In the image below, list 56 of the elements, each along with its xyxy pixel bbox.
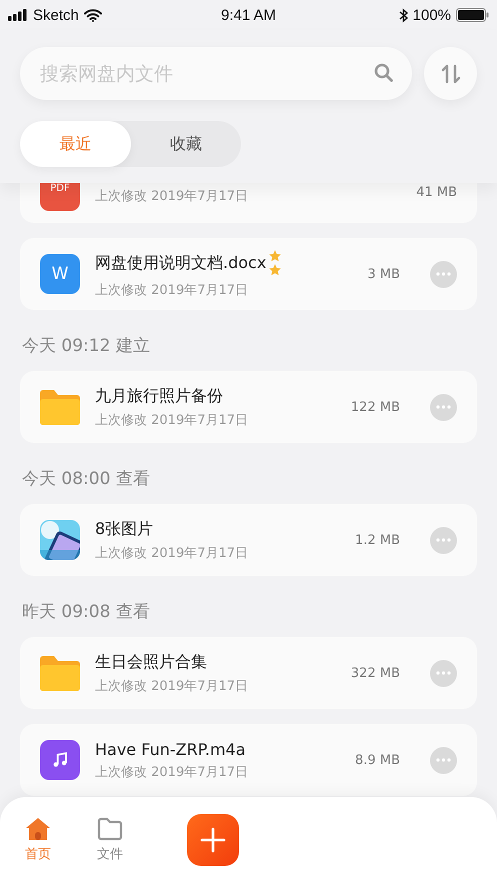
more-button[interactable] [430,394,457,420]
file-size: 8.9 MB [355,752,400,768]
more-button[interactable] [430,526,457,554]
music-icon [40,740,80,780]
search-icon [374,63,394,83]
signal-icon [8,9,28,21]
more-button[interactable] [430,660,457,686]
file-card[interactable]: 8张图片 上次修改 2019年7月17日 1.2 MB [20,504,477,576]
file-size: 41 MB [416,184,457,200]
add-button[interactable] [187,814,239,866]
house-icon [25,817,51,841]
wifi-icon [84,8,102,22]
bluetooth-icon [398,8,408,22]
file-size: 122 MB [350,400,400,414]
section-heading: 今天 08:00 查看 [22,468,151,490]
folder-icon [40,655,80,691]
more-icon [436,272,451,276]
file-card[interactable]: PDF 上次修改 2019年7月17日 41 MB [20,183,477,223]
modified-date: 上次修改 2019年7月17日 [95,678,250,694]
section-heading: 昨天 09:08 查看 [22,601,151,623]
battery-percent: 100% [412,6,452,24]
file-name: 九月旅行照片备份 [95,386,223,406]
file-name: 网盘使用说明文档.docx [95,252,266,274]
file-name: 8张图片 [95,518,154,540]
sort-icon [440,62,462,84]
filter-tab[interactable]: 收藏 [130,121,241,167]
file-size: 3 MB [367,266,400,282]
file-name: Have Fun-ZRP.m4a [95,740,246,758]
carrier-name: Sketch [33,6,79,24]
clock-time: 9:41 AM [220,6,276,24]
more-button[interactable] [430,260,457,288]
section-heading: 今天 09:12 建立 [22,335,151,357]
battery-icon [456,8,490,22]
more-icon [436,758,451,762]
file-card[interactable]: 生日会照片合集 上次修改 2019年7月17日 322 MB [20,637,477,709]
file-size: 322 MB [350,666,400,680]
more-icon [436,671,451,675]
plus-icon [200,827,226,853]
file-card[interactable]: 九月旅行照片备份 上次修改 2019年7月17日 122 MB [20,371,477,443]
modified-date: 上次修改 2019年7月17日 [95,544,250,562]
files-tab[interactable]: 文件 [97,817,123,863]
modified-date: 上次修改 2019年7月17日 [95,764,250,780]
more-icon [436,405,451,409]
file-name: 生日会照片合集 [95,652,207,672]
more-button[interactable] [430,746,457,774]
document-icon: W [40,254,80,294]
file-card[interactable]: W 网盘使用说明文档.docx 上次修改 2019年7月17日 3 MB [20,238,477,310]
folder-icon [97,817,123,841]
file-size: 1.2 MB [355,532,400,548]
file-card[interactable]: Have Fun-ZRP.m4a 上次修改 2019年7月17日 8.9 MB [20,724,477,796]
more-icon [436,538,451,542]
modified-date: 上次修改 2019年7月17日 [95,412,250,428]
folder-icon [40,389,80,425]
modified-date: 上次修改 2019年7月17日 [95,282,250,299]
modified-date: 上次修改 2019年7月17日 [95,188,250,205]
pdf-icon: PDF [40,183,80,211]
